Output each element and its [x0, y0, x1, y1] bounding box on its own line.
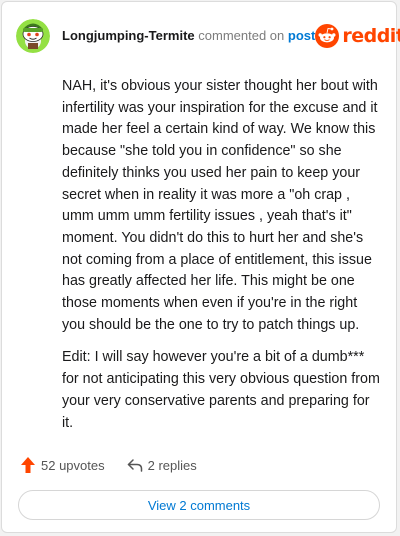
comment-paragraph: NAH, it's obvious your sister thought he… [62, 78, 378, 333]
upvote-count: 52 upvotes [41, 457, 105, 473]
reddit-snoo-icon [315, 24, 340, 48]
reply-count: 2 replies [147, 457, 197, 473]
comment-meta: Longjumping-Termite commented on post [62, 28, 315, 44]
replies-button[interactable]: 2 replies [127, 458, 197, 473]
view-comments-button[interactable]: View 2 comments [18, 490, 380, 520]
reddit-wordmark: reddit [342, 25, 400, 47]
comment-body: NAH, it's obvious your sister thought he… [62, 76, 380, 445]
comment-paragraph: Edit: I will say however you're a bit of… [62, 349, 380, 431]
action-text: commented on [198, 28, 285, 43]
upvote-button[interactable]: 52 upvotes [20, 456, 105, 474]
upvote-arrow-icon [21, 457, 35, 473]
reddit-logo[interactable]: reddit [315, 24, 400, 48]
avatar[interactable] [16, 19, 50, 53]
snoo-avatar-icon [16, 19, 50, 53]
username-link[interactable]: Longjumping-Termite [62, 28, 195, 43]
comment-header: Longjumping-Termite commented on post re… [16, 16, 400, 56]
comment-actions: 52 upvotes 2 replies [20, 454, 197, 476]
comment-card: Longjumping-Termite commented on post re… [1, 1, 400, 533]
post-link[interactable]: post [288, 28, 315, 43]
reply-arrow-icon [127, 459, 142, 472]
